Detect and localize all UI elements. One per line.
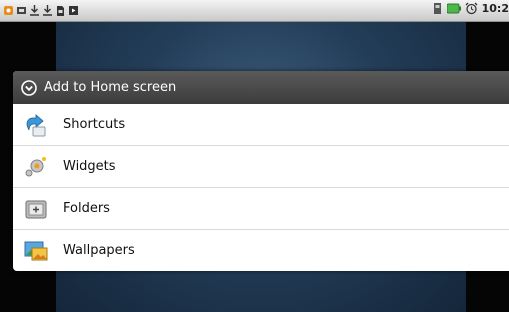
wallpaper-icon	[24, 241, 48, 260]
option-folders[interactable]: Folders	[13, 188, 509, 230]
option-label: Wallpapers	[63, 243, 135, 258]
add-to-home-dialog: Add to Home screen Shortcuts Widgets Fol…	[13, 71, 509, 271]
option-widgets[interactable]: Widgets	[13, 146, 509, 188]
widget-icon	[25, 156, 46, 176]
option-label: Widgets	[63, 159, 116, 174]
dialog-title: Add to Home screen	[44, 80, 177, 95]
dialog-title-bar: Add to Home screen	[13, 71, 509, 104]
play-icon	[69, 6, 78, 15]
folder-icon	[25, 200, 47, 218]
option-label: Shortcuts	[63, 117, 126, 132]
option-wallpapers[interactable]: Wallpapers	[13, 230, 509, 271]
notification-icons	[3, 4, 79, 17]
option-label: Folders	[63, 201, 110, 216]
shortcut-icon	[26, 113, 46, 136]
battery-icon	[446, 3, 461, 14]
sim-icon	[433, 3, 441, 14]
download-icon	[30, 5, 39, 16]
option-shortcuts[interactable]: Shortcuts	[13, 104, 509, 146]
system-status-icons: 10:2	[432, 2, 509, 15]
status-time: 10:2	[481, 2, 509, 15]
app-notification-icon	[4, 6, 13, 15]
sd-card-icon	[57, 6, 64, 16]
alarm-clock-icon	[465, 2, 478, 15]
usb-icon	[17, 7, 26, 14]
download-icon	[43, 5, 52, 16]
add-circle-icon	[21, 79, 37, 96]
status-bar[interactable]: 10:2	[0, 0, 509, 22]
